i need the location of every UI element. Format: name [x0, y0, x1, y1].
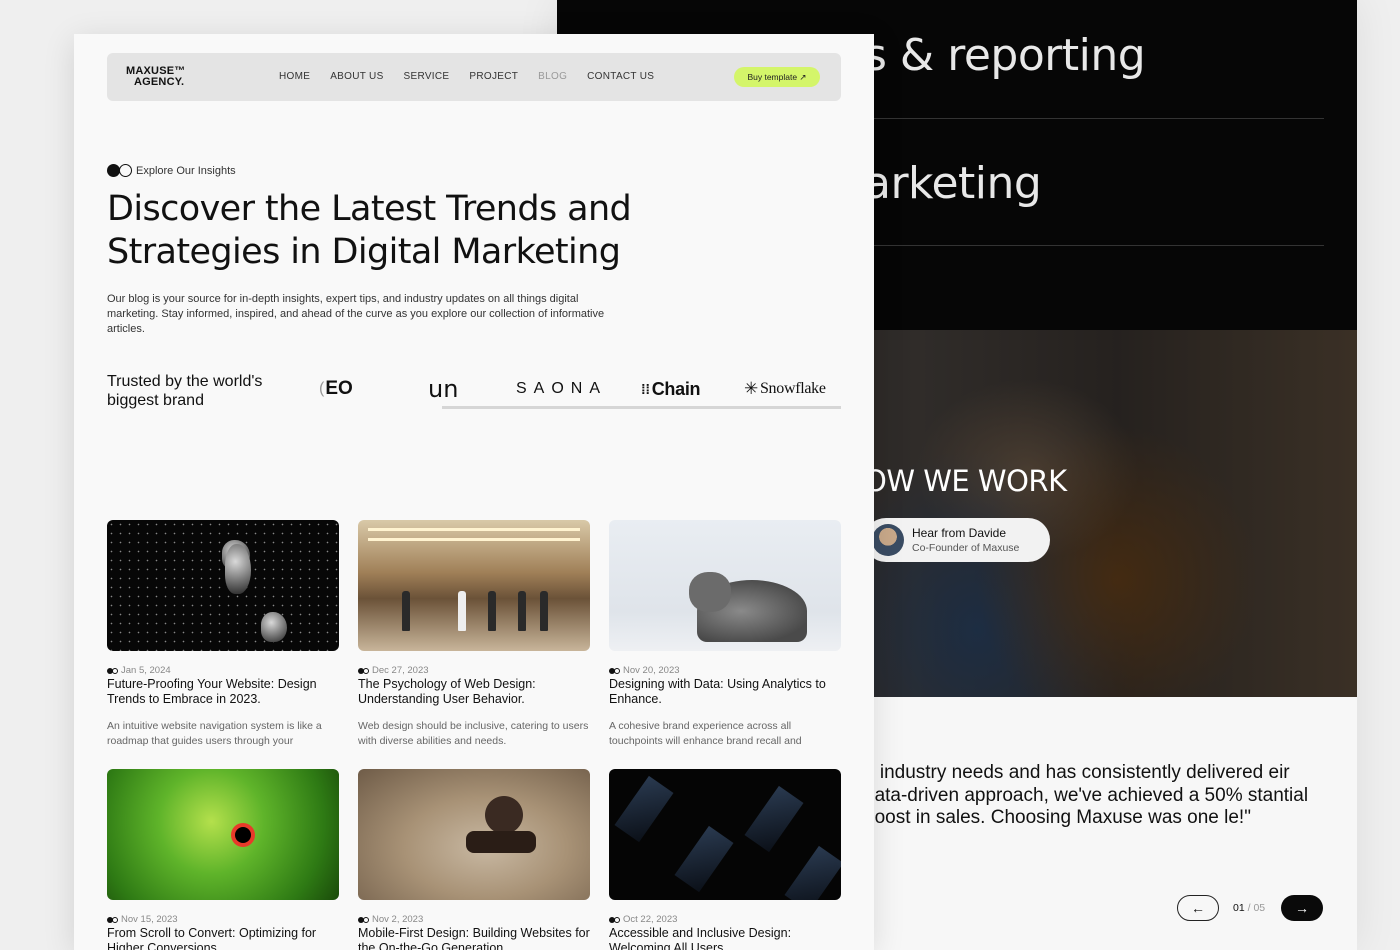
eyebrow: Explore Our Insights [107, 164, 236, 177]
testimonial-name: Hear from Davide [912, 526, 1007, 540]
page-title: Discover the Latest Trends and Strategie… [107, 189, 632, 272]
blog-card[interactable]: Dec 27, 2023 The Psychology of Web Desig… [358, 520, 590, 747]
nav-blog[interactable]: BLOG [538, 71, 567, 82]
post-date: Oct 22, 2023 [623, 914, 678, 925]
blog-card[interactable]: Nov 20, 2023 Designing with Data: Using … [609, 520, 841, 747]
previous-button[interactable]: ← [1177, 895, 1219, 921]
post-date: Nov 15, 2023 [121, 914, 178, 925]
post-title[interactable]: The Psychology of Web Design: Understand… [358, 677, 590, 707]
post-excerpt: Web design should be inclusive, catering… [358, 720, 589, 747]
marketing-heading: arketing [864, 158, 1042, 209]
post-date: Jan 5, 2024 [121, 665, 171, 676]
brand-logo-un: un [428, 375, 459, 403]
post-thumbnail[interactable] [358, 520, 590, 651]
buy-template-button[interactable]: Buy template ↗ [734, 67, 820, 87]
brand-logo-saona: SAONA [516, 380, 608, 397]
arrow-left-icon: ← [1191, 900, 1205, 916]
nav-home[interactable]: HOME [279, 71, 310, 82]
reporting-heading: s & reporting [864, 30, 1146, 81]
nav-about-us[interactable]: ABOUT US [330, 71, 383, 82]
post-thumbnail[interactable] [358, 769, 590, 900]
divider [874, 118, 1324, 119]
snowflake-icon: ✳ [744, 379, 758, 399]
post-meta: Nov 15, 2023 [107, 914, 178, 925]
post-title[interactable]: Future-Proofing Your Website: Design Tre… [107, 677, 339, 707]
post-thumbnail[interactable] [609, 520, 841, 651]
blog-card[interactable]: Oct 22, 2023 Accessible and Inclusive De… [609, 769, 841, 950]
brand-logo-eo: (EO [319, 378, 353, 399]
post-title[interactable]: From Scroll to Convert: Optimizing for H… [107, 926, 339, 950]
post-thumbnail[interactable] [107, 769, 339, 900]
post-thumbnail[interactable] [609, 769, 841, 900]
nav-service[interactable]: SERVICE [404, 71, 450, 82]
blog-page: MAXUSE™ AGENCY. HOME ABOUT US SERVICE PR… [74, 34, 874, 950]
trusted-label: Trusted by the world's biggest brand [107, 373, 263, 409]
post-thumbnail[interactable] [107, 520, 339, 651]
testimonial-pill[interactable]: Hear from Davide Co-Founder of Maxuse [864, 518, 1050, 562]
blog-card[interactable]: Nov 15, 2023 From Scroll to Convert: Opt… [107, 769, 339, 950]
nav-project[interactable]: PROJECT [469, 71, 518, 82]
chain-icon: ⁞⁞ [641, 381, 650, 397]
post-excerpt: A cohesive brand experience across all t… [609, 720, 802, 747]
blog-card[interactable]: Nov 2, 2023 Mobile-First Design: Buildin… [358, 769, 590, 950]
brand-scroll-bar [442, 406, 841, 409]
avatar [872, 524, 904, 556]
divider [874, 245, 1324, 246]
page-counter: 01 / 05 [1233, 902, 1266, 914]
testimonial-role: Co-Founder of Maxuse [912, 542, 1020, 554]
post-title[interactable]: Designing with Data: Using Analytics to … [609, 677, 841, 707]
post-title[interactable]: Mobile-First Design: Building Websites f… [358, 926, 590, 950]
post-date: Dec 27, 2023 [372, 665, 429, 676]
nav-links: HOME ABOUT US SERVICE PROJECT BLOG CONTA… [279, 71, 674, 82]
post-excerpt: An intuitive website navigation system i… [107, 720, 322, 747]
nav-contact-us[interactable]: CONTACT US [587, 71, 654, 82]
post-meta: Nov 20, 2023 [609, 665, 680, 676]
post-meta: Nov 2, 2023 [358, 914, 423, 925]
post-title[interactable]: Accessible and Inclusive Design: Welcomi… [609, 926, 841, 950]
brand-logo-chain: ⁞⁞ Chain [641, 378, 701, 399]
post-date: Nov 20, 2023 [623, 665, 680, 676]
post-meta: Jan 5, 2024 [107, 665, 171, 676]
how-we-work-title: OW WE WORK [864, 464, 1067, 498]
ring-icon [119, 164, 132, 177]
testimonial-quote: e industry needs and has consistently de… [864, 762, 1309, 828]
post-date: Nov 2, 2023 [372, 914, 424, 925]
blog-card[interactable]: Jan 5, 2024 Future-Proofing Your Website… [107, 520, 339, 747]
next-button[interactable]: → [1281, 895, 1323, 921]
post-meta: Dec 27, 2023 [358, 665, 429, 676]
post-meta: Oct 22, 2023 [609, 914, 677, 925]
navbar: MAXUSE™ AGENCY. HOME ABOUT US SERVICE PR… [107, 53, 841, 101]
brand-logo-snowflake: ✳ Snowflake [744, 379, 826, 399]
arrow-right-icon: → [1295, 900, 1309, 916]
hero-description: Our blog is your source for in-depth ins… [107, 293, 605, 335]
logo[interactable]: MAXUSE™ AGENCY. [126, 66, 185, 88]
